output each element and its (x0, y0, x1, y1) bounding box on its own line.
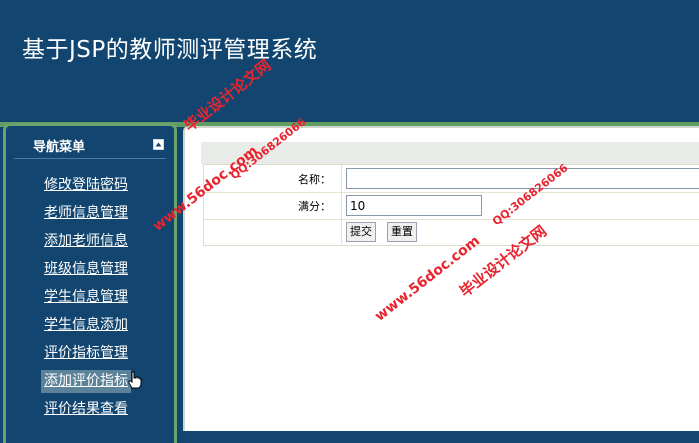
form-title-strip (201, 142, 699, 164)
form-row-name: 名称： (204, 165, 699, 193)
app-header: 基于JSP的教师测评管理系统 (0, 0, 699, 122)
sidebar-item-teacher-add[interactable]: 添加老师信息 (41, 230, 131, 253)
sidebar-item-results-view[interactable]: 评价结果查看 (41, 398, 131, 421)
sidebar-item-criteria-add[interactable]: 添加评价指标 (41, 370, 131, 393)
sidebar: 导航菜单 修改登陆密码 老师信息管理 添加老师信息 班级信息管理 学生信息管理 … (3, 123, 177, 443)
submit-button[interactable]: 提交 (346, 222, 376, 242)
sidebar-header: 导航菜单 (14, 130, 166, 159)
form-row-actions: 提交 重置 (204, 219, 699, 246)
criteria-form: 名称： 满分： 提交 重置 (203, 164, 699, 246)
sidebar-title: 导航菜单 (33, 140, 86, 155)
sidebar-item-class-manage[interactable]: 班级信息管理 (41, 258, 131, 281)
sidebar-item-criteria-manage[interactable]: 评价指标管理 (41, 342, 131, 365)
sidebar-item-student-add[interactable]: 学生信息添加 (41, 314, 131, 337)
sidebar-item-teacher-manage[interactable]: 老师信息管理 (41, 202, 131, 225)
main-content: 名称： 满分： 提交 重置 (183, 126, 699, 431)
hand-cursor-icon (128, 371, 142, 393)
collapse-icon[interactable] (153, 139, 164, 150)
name-input[interactable] (346, 168, 699, 189)
name-label: 名称： (298, 173, 331, 186)
reset-button[interactable]: 重置 (387, 222, 417, 242)
sidebar-item-student-manage[interactable]: 学生信息管理 (41, 286, 131, 309)
app-title: 基于JSP的教师测评管理系统 (22, 37, 318, 63)
sidebar-item-change-password[interactable]: 修改登陆密码 (41, 174, 131, 197)
score-input[interactable] (346, 195, 482, 216)
score-label: 满分： (298, 200, 331, 213)
form-row-score: 满分： (204, 192, 699, 220)
